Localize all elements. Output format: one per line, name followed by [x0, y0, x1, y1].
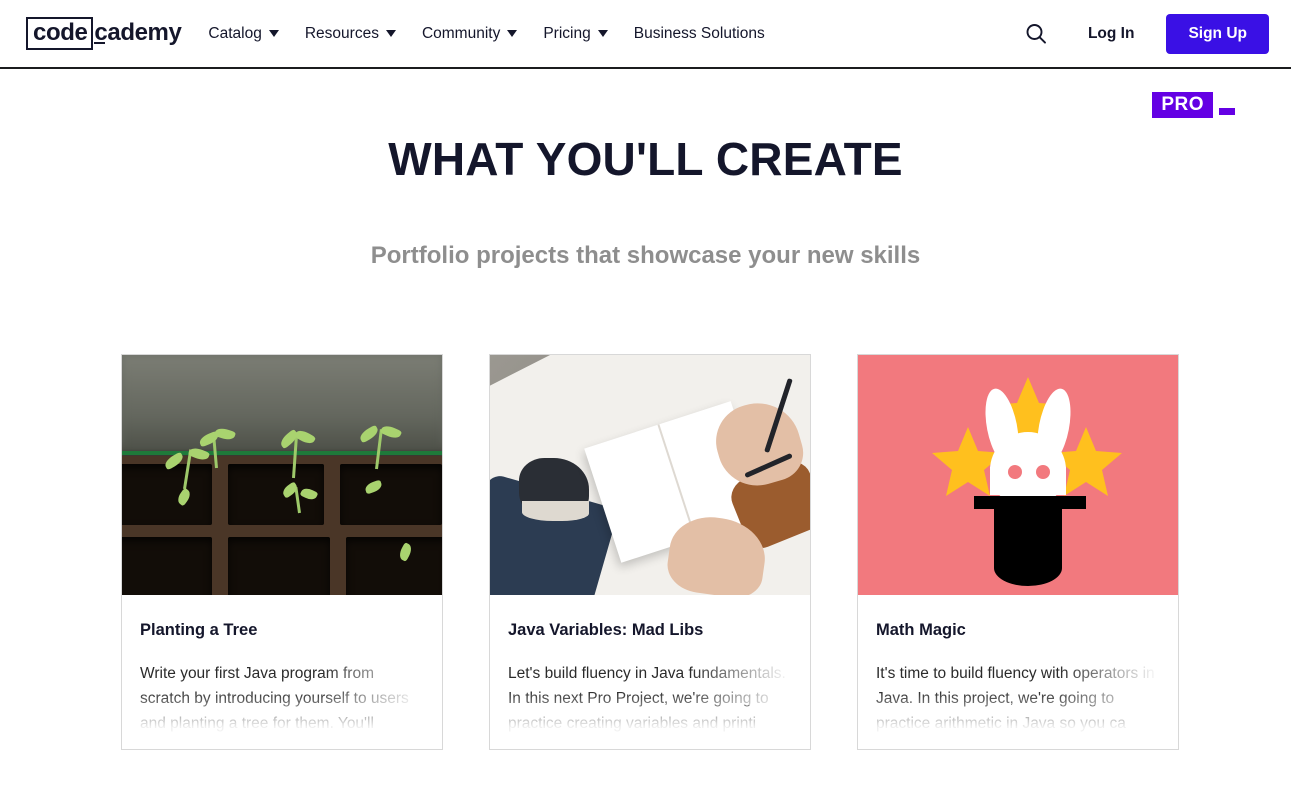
logo-rest-text: cademy — [94, 18, 182, 46]
card-description: Write your first Java program from scrat… — [140, 665, 409, 732]
nav-item-community[interactable]: Community — [409, 19, 530, 49]
main-navigation: Catalog Resources Community Pricing Busi… — [195, 19, 777, 49]
nav-label-business-solutions: Business Solutions — [633, 24, 765, 42]
card-description: Let's build fluency in Java fundamentals… — [508, 665, 786, 732]
nav-item-resources[interactable]: Resources — [292, 19, 409, 49]
search-button[interactable] — [1016, 14, 1056, 54]
card-body: Math Magic It's time to build fluency wi… — [858, 595, 1178, 749]
page-subtitle: Portfolio projects that showcase your ne… — [370, 242, 921, 269]
card-body: Java Variables: Mad Libs Let's build flu… — [490, 595, 810, 749]
card-title: Java Variables: Mad Libs — [508, 621, 704, 639]
card-body: Planting a Tree Write your first Java pr… — [122, 595, 442, 749]
project-card-planting-a-tree[interactable]: Planting a Tree Write your first Java pr… — [121, 354, 443, 750]
pro-badge-row: PRO — [1152, 92, 1235, 119]
card-title: Planting a Tree — [140, 621, 258, 639]
pro-badge-dash-icon — [1219, 108, 1235, 116]
login-link[interactable]: Log In — [1074, 17, 1149, 51]
site-header: code cademy Catalog Resources Community P… — [0, 0, 1291, 69]
project-card-list: Planting a Tree Write your first Java pr… — [121, 354, 1179, 750]
rabbit-in-hat-icon — [932, 377, 1122, 586]
nav-item-business-solutions[interactable]: Business Solutions — [621, 19, 778, 49]
nav-label-pricing: Pricing — [543, 24, 591, 42]
pro-badge: PRO — [1152, 92, 1213, 119]
project-card-java-variables-mad-libs[interactable]: Java Variables: Mad Libs Let's build flu… — [489, 354, 811, 750]
nav-label-catalog: Catalog — [208, 24, 262, 42]
hero-section: WHAT YOU'LL CREATE Portfolio projects th… — [0, 132, 1291, 270]
card-image-notebook — [490, 355, 810, 595]
signup-button[interactable]: Sign Up — [1166, 13, 1269, 54]
nav-label-resources: Resources — [304, 24, 379, 42]
codecademy-logo[interactable]: code cademy — [26, 17, 182, 50]
chevron-down-icon — [507, 30, 518, 37]
header-actions: Log In Sign Up — [1016, 13, 1269, 54]
chevron-down-icon — [385, 30, 396, 37]
card-image-seedlings — [122, 355, 442, 595]
logo-boxed-text: code — [26, 17, 94, 50]
page-title: WHAT YOU'LL CREATE — [388, 133, 903, 185]
nav-item-catalog[interactable]: Catalog — [195, 19, 291, 49]
nav-item-pricing[interactable]: Pricing — [530, 19, 620, 49]
search-icon — [1026, 23, 1046, 44]
chevron-down-icon — [268, 30, 279, 37]
card-description: It's time to build fluency with operator… — [876, 665, 1155, 732]
nav-label-community: Community — [421, 24, 501, 42]
project-card-math-magic[interactable]: Math Magic It's time to build fluency wi… — [857, 354, 1179, 750]
chevron-down-icon — [597, 30, 608, 37]
card-title: Math Magic — [876, 621, 966, 639]
card-image-magic-hat — [858, 355, 1178, 595]
